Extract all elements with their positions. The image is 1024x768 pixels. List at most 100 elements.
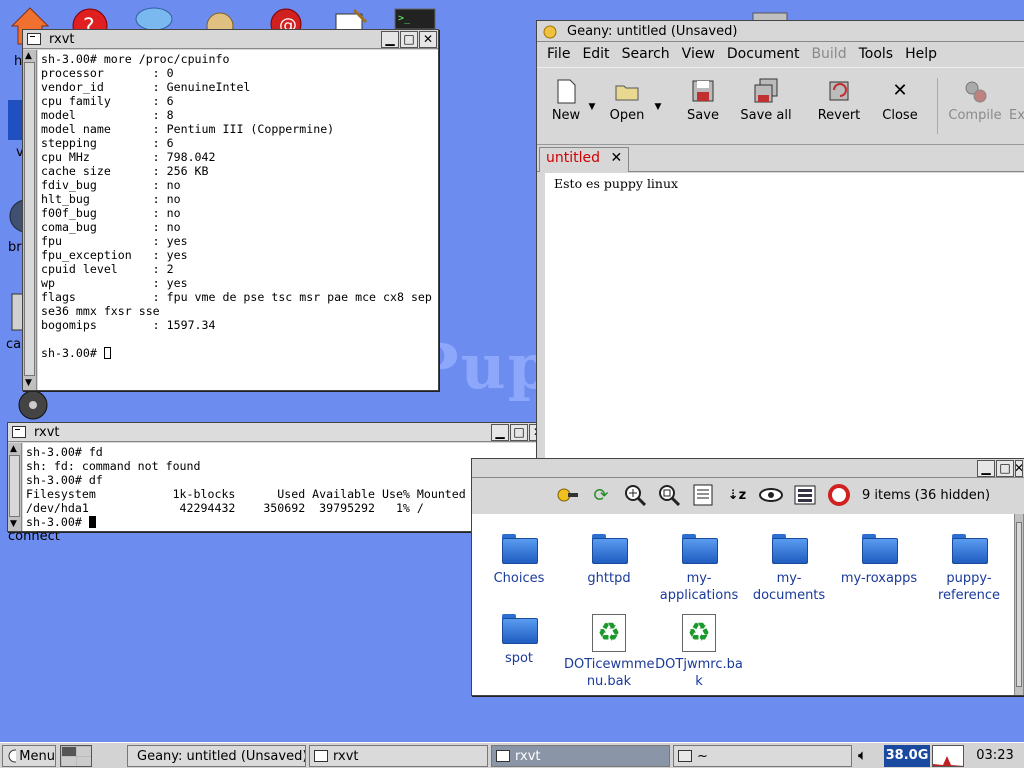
workspace-3[interactable] <box>62 757 76 766</box>
file-item-label: puppy- reference <box>937 571 1001 603</box>
save-button[interactable]: Save <box>683 72 723 142</box>
open-dropdown-chevron-icon[interactable]: ▼ <box>651 102 665 116</box>
rxvt-bottom-scrollbar[interactable]: ▲ ▼ <box>8 443 22 531</box>
rxvt-top-terminal-output[interactable]: sh-3.00# more /proc/cpuinfo processor : 0… <box>38 50 438 390</box>
tab-untitled[interactable]: untitled ✕ <box>539 147 630 172</box>
new-button[interactable]: New <box>543 72 589 142</box>
maximize-button[interactable]: □ <box>996 459 1014 477</box>
close-file-button[interactable]: ✕ Close <box>877 72 923 142</box>
folder-item[interactable]: spot <box>474 614 564 667</box>
zoom-in-icon[interactable] <box>623 484 647 506</box>
rxvt-top-titlebar[interactable]: rxvt ▁ □ ✕ <box>23 30 438 49</box>
show-hidden-eye-icon[interactable] <box>759 484 783 506</box>
rox-scrollbar[interactable] <box>1014 514 1024 695</box>
execute-button[interactable]: Ex <box>1009 72 1024 142</box>
folder-item[interactable]: my-roxapps <box>834 534 924 587</box>
rox-file-area[interactable]: Choices ghttpd my- applications my- documen… <box>472 514 1014 695</box>
filer-task-icon <box>678 750 692 762</box>
workspace-1[interactable] <box>62 747 76 756</box>
file-item[interactable]: ♻ DOTjwmrc.ba k <box>654 614 744 690</box>
rox-filer-window[interactable]: ▁ □ ✕ ⟳ ⇣z 9 items (36 hidden) Choices gh… <box>471 458 1024 696</box>
scroll-up-arrow-icon[interactable]: ▲ <box>10 445 17 454</box>
menu-search[interactable]: Search <box>616 46 676 62</box>
scrollbar-thumb[interactable] <box>1016 522 1022 687</box>
rxvt-top-scrollbar[interactable]: ▲ ▼ <box>23 50 37 390</box>
folder-icon <box>502 534 538 564</box>
revert-button[interactable]: Revert <box>813 72 865 142</box>
menu-help[interactable]: Help <box>899 46 943 62</box>
home-key-icon[interactable] <box>555 484 579 506</box>
workspace-4[interactable] <box>77 757 91 766</box>
terminal-line: model name : Pentium III (Coppermine) <box>41 122 335 136</box>
select-all-icon[interactable] <box>793 484 817 506</box>
folder-item[interactable]: Choices <box>474 534 564 587</box>
rox-titlebar[interactable]: ▁ □ ✕ <box>472 459 1024 478</box>
menu-file[interactable]: File <box>541 46 576 62</box>
recycle-file-icon: ♻ <box>592 614 626 652</box>
geany-editor[interactable]: Esto es puppy linux <box>545 173 1024 461</box>
save-all-button[interactable]: Save all <box>737 72 795 142</box>
execute-label: Ex <box>1009 108 1024 123</box>
disk-free-indicator[interactable]: 38.0G <box>884 745 930 767</box>
scroll-down-arrow-icon[interactable]: ▼ <box>10 520 17 529</box>
volume-speaker-icon[interactable]: 🔈︎ <box>858 746 880 766</box>
terminal-line: sh-3.00# more /proc/cpuinfo <box>41 52 230 66</box>
geany-toolbar: New ▼ Open ▼ Save Save all Revert ✕ Clos… <box>537 67 1024 145</box>
maximize-button[interactable]: □ <box>510 423 528 441</box>
sort-icon[interactable]: ⇣z <box>725 484 749 506</box>
rxvt-window-top[interactable]: rxvt ▁ □ ✕ ▲ ▼ sh-3.00# more /proc/cpuin… <box>22 29 439 391</box>
minimize-button[interactable]: ▁ <box>977 459 995 477</box>
workspace-2[interactable] <box>77 747 91 756</box>
workspace-pager[interactable] <box>60 745 92 767</box>
maximize-button[interactable]: □ <box>400 30 418 48</box>
zoom-fit-icon[interactable] <box>657 484 681 506</box>
details-view-icon[interactable] <box>691 484 715 506</box>
scrollbar-thumb[interactable] <box>9 455 20 517</box>
task-rxvt-2[interactable]: rxvt <box>491 745 670 767</box>
menu-build[interactable]: Build <box>805 46 852 62</box>
desktop-label-h[interactable]: h <box>14 54 22 69</box>
menu-edit[interactable]: Edit <box>576 46 615 62</box>
folder-item[interactable]: puppy- reference <box>924 534 1014 604</box>
compile-button[interactable]: Compile <box>947 72 1003 142</box>
menu-tools[interactable]: Tools <box>853 46 900 62</box>
close-button[interactable]: ✕ <box>419 30 437 48</box>
folder-item[interactable]: ghttpd <box>564 534 654 587</box>
task-geany[interactable]: Geany: untitled (Unsaved) <box>127 745 306 767</box>
close-button[interactable]: ✕ <box>1015 459 1023 477</box>
folder-item[interactable]: my- documents <box>744 534 834 604</box>
clock[interactable]: 03:23 PM <box>966 745 1024 767</box>
minimize-button[interactable]: ▁ <box>381 30 399 48</box>
task-rox-home[interactable]: ~ <box>673 745 852 767</box>
desktop-label-ca[interactable]: ca <box>6 337 21 352</box>
desktop-label-br[interactable]: br <box>8 240 22 255</box>
minimize-button[interactable]: ▁ <box>491 423 509 441</box>
geany-window[interactable]: Geany: untitled (Unsaved) File Edit Sear… <box>536 20 1024 462</box>
geany-titlebar[interactable]: Geany: untitled (Unsaved) <box>537 21 1024 42</box>
new-dropdown-chevron-icon[interactable]: ▼ <box>585 102 599 116</box>
rxvt-bottom-terminal-output[interactable]: sh-3.00# fd sh: fd: command not found sh-3… <box>23 443 548 531</box>
scroll-up-arrow-icon[interactable]: ▲ <box>25 52 32 61</box>
folder-item[interactable]: my- applications <box>654 534 744 604</box>
scrollbar-thumb[interactable] <box>24 62 35 376</box>
scroll-down-arrow-icon[interactable]: ▼ <box>25 379 32 388</box>
rxvt-window-bottom[interactable]: rxvt ▁ □ ✕ ▲ ▼ sh-3.00# fdsh: fd: comman… <box>7 422 549 532</box>
help-lifebuoy-icon[interactable] <box>827 484 851 506</box>
menu-document[interactable]: Document <box>721 46 806 62</box>
open-button[interactable]: Open <box>605 72 649 142</box>
start-menu-label: Menu <box>19 748 55 764</box>
menu-view[interactable]: View <box>676 46 721 62</box>
file-item[interactable]: ♻ DOTicewmme nu.bak <box>564 614 655 690</box>
rxvt-bottom-titlebar[interactable]: rxvt ▁ □ ✕ <box>8 423 548 442</box>
terminal-window-icon <box>12 426 26 438</box>
terminal-line: flags : fpu vme de pse tsc msr pae mce c… <box>41 290 432 304</box>
film-reel-icon[interactable] <box>8 390 48 420</box>
tab-close-icon[interactable]: ✕ <box>610 150 622 166</box>
terminal-line: fdiv_bug : no <box>41 178 181 192</box>
refresh-icon[interactable]: ⟳ <box>589 484 613 506</box>
task-rxvt-1[interactable]: rxvt <box>309 745 488 767</box>
rxvt-bottom-title: rxvt <box>34 424 60 440</box>
terminal-line: sh: fd: command not found <box>26 459 201 473</box>
start-menu-button[interactable]: Menu <box>2 745 56 767</box>
terminal-window-icon <box>27 33 41 45</box>
